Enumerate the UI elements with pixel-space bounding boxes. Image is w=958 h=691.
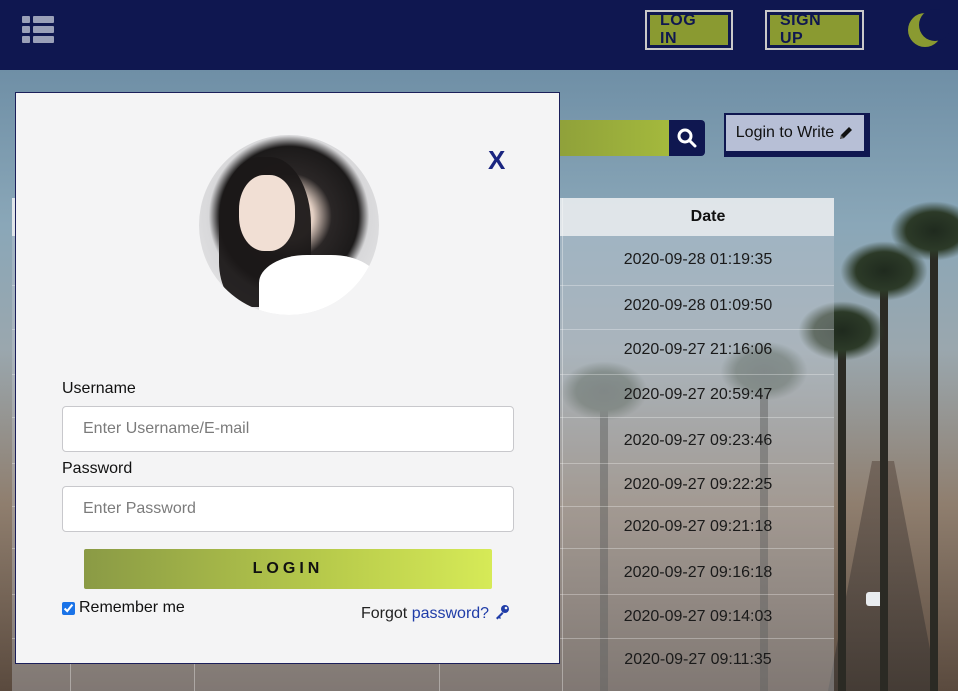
- forgot-password-link[interactable]: password?: [412, 605, 489, 622]
- date-cell: 2020-09-27 09:11:35: [624, 651, 772, 668]
- search-button[interactable]: [669, 120, 705, 156]
- login-button[interactable]: LOGIN: [84, 549, 492, 589]
- login-to-write-button[interactable]: Login to Write: [724, 113, 870, 157]
- moon-icon[interactable]: [908, 9, 951, 47]
- remember-label: Remember me: [79, 599, 185, 616]
- signup-nav-button[interactable]: SIGN UP: [765, 10, 864, 50]
- signup-nav-label: SIGN UP: [770, 12, 859, 47]
- username-field[interactable]: [62, 406, 514, 452]
- write-label: Login to Write: [735, 124, 835, 141]
- search-icon: [677, 128, 697, 148]
- palm-tree: [890, 201, 958, 691]
- top-navbar: LOG IN SIGN UP: [0, 0, 958, 70]
- password-label: Password: [62, 460, 133, 477]
- key-icon: [495, 605, 509, 620]
- date-cell: 2020-09-28 01:09:50: [623, 297, 773, 314]
- date-cell: 2020-09-27 09:14:03: [623, 608, 773, 625]
- avatar: [199, 135, 379, 315]
- forgot-password: Forgot password?: [361, 604, 510, 623]
- palm-tree: [798, 301, 886, 691]
- date-cell: 2020-09-27 21:16:06: [623, 341, 773, 358]
- date-column-header: Date: [690, 208, 726, 225]
- date-cell: 2020-09-27 09:21:18: [623, 518, 773, 535]
- date-cell: 2020-09-27 09:22:25: [623, 476, 773, 493]
- pencil-icon: [840, 127, 853, 139]
- date-cell: 2020-09-28 01:19:35: [623, 251, 773, 268]
- forgot-prefix: Forgot: [361, 605, 408, 622]
- close-button[interactable]: X: [488, 145, 505, 176]
- login-modal: X Username Password LOGIN Remember me Fo…: [15, 92, 560, 664]
- date-cell: 2020-09-27 20:59:47: [623, 386, 773, 403]
- date-cell: 2020-09-27 09:16:18: [623, 564, 773, 581]
- list-icon[interactable]: [22, 16, 54, 44]
- remember-checkbox[interactable]: [62, 601, 75, 615]
- login-nav-button[interactable]: LOG IN: [645, 10, 733, 50]
- remember-me[interactable]: Remember me: [62, 599, 185, 617]
- password-field[interactable]: [62, 486, 514, 532]
- username-label: Username: [62, 380, 136, 397]
- date-cell: 2020-09-27 09:23:46: [623, 432, 773, 449]
- login-nav-label: LOG IN: [650, 12, 728, 47]
